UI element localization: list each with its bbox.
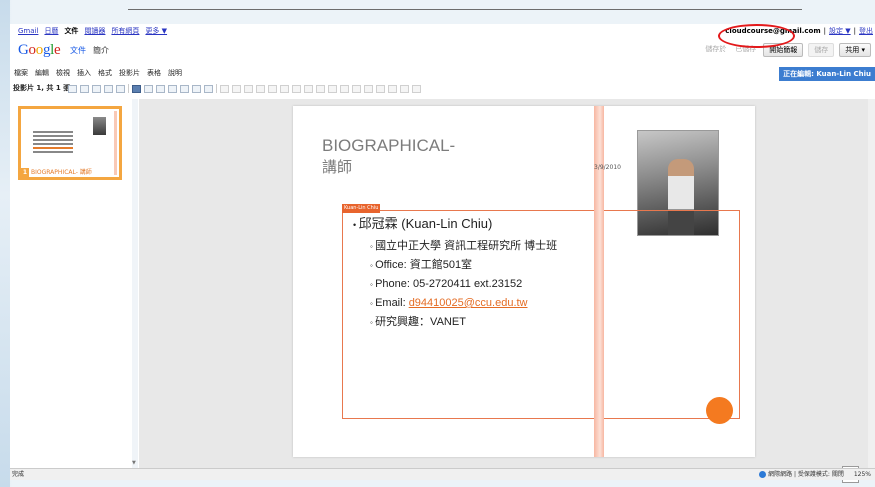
- toolbar-separator: [128, 84, 129, 93]
- slide-side-stripe: [594, 106, 604, 457]
- link-icon[interactable]: [304, 84, 313, 93]
- saved-status: 儲存於: [705, 45, 727, 53]
- email-link[interactable]: d94410025@ccu.edu.tw: [409, 297, 528, 309]
- gbar-link-docs[interactable]: 文件: [64, 24, 78, 38]
- network-status: 網際網路 | 受保護模式: 關閉: [768, 471, 844, 478]
- font-family-icon[interactable]: [220, 84, 229, 93]
- globe-icon: [759, 471, 767, 478]
- align-right-icon[interactable]: [388, 84, 397, 93]
- menu-slide[interactable]: 投影片: [119, 67, 140, 79]
- move-down-icon[interactable]: [116, 84, 125, 93]
- slide-count: 投影片 1, 共 1 張: [13, 84, 71, 92]
- shape-icon[interactable]: [180, 84, 189, 93]
- delete-slide-icon[interactable]: [92, 84, 101, 93]
- line-spacing-icon[interactable]: [400, 84, 409, 93]
- highlight-color-icon[interactable]: [292, 84, 301, 93]
- detail-school: 國立中正大學 資訊工程研究所 博士班: [353, 237, 557, 256]
- menu-file[interactable]: 檔案: [14, 67, 28, 79]
- menu-table[interactable]: 表格: [147, 67, 161, 79]
- save-icon[interactable]: [132, 84, 141, 93]
- text-box-icon[interactable]: [192, 84, 201, 93]
- menu-help[interactable]: 說明: [168, 67, 182, 79]
- google-logo[interactable]: Google: [18, 42, 61, 59]
- slide-thumbnail[interactable]: BIOGRAPHICAL- 講師 1: [18, 106, 122, 180]
- detail-phone: Phone: 05-2720411 ext.23152: [353, 275, 557, 294]
- move-up-icon[interactable]: [104, 84, 113, 93]
- print-icon[interactable]: [144, 84, 153, 93]
- thumbnail-preview: [23, 111, 117, 175]
- share-button[interactable]: 共用 ▾: [839, 43, 871, 57]
- gbar-link-web[interactable]: 所有網頁: [111, 24, 139, 38]
- redo-icon[interactable]: [168, 84, 177, 93]
- image-icon[interactable]: [204, 84, 213, 93]
- product-name[interactable]: 文件: [70, 45, 86, 56]
- status-bar: 完成 網際網路 | 受保護模式: 關閉 125%: [10, 468, 875, 480]
- numbered-list-icon[interactable]: [316, 84, 325, 93]
- undo-icon[interactable]: [156, 84, 165, 93]
- settings-link[interactable]: 設定 ▼: [829, 24, 851, 38]
- gbar-link-calendar[interactable]: 日曆: [44, 24, 58, 38]
- thumbnail-photo: [93, 117, 106, 135]
- font-size-icon[interactable]: [232, 84, 241, 93]
- box-tag: Kuan-Lin Chiu: [342, 204, 381, 213]
- gbar-links: Gmail 日曆 文件 閱讀器 所有網頁 更多 ▼: [18, 24, 167, 38]
- gbar-link-more[interactable]: 更多 ▼: [145, 24, 167, 38]
- toolbar: 投影片 1, 共 1 張: [10, 81, 875, 95]
- menu-view[interactable]: 檢視: [56, 67, 70, 79]
- speaker-name: 邱冠霖 (Kuan-Lin Chiu): [353, 216, 557, 233]
- toolbar-separator: [216, 84, 217, 93]
- gbar-link-reader[interactable]: 閱讀器: [84, 24, 105, 38]
- indent-less-icon[interactable]: [340, 84, 349, 93]
- clear-format-icon[interactable]: [412, 84, 421, 93]
- scroll-down-icon[interactable]: ▼: [132, 460, 136, 466]
- align-center-icon[interactable]: [376, 84, 385, 93]
- slide-title[interactable]: BIOGRAPHICAL-: [322, 136, 455, 155]
- editing-status: 正在編輯: Kuan-Lin Chiu: [779, 67, 875, 81]
- toolbar-buttons: [68, 84, 421, 93]
- slide-subtitle[interactable]: 講師: [322, 156, 352, 177]
- zoom-level[interactable]: 125%: [854, 469, 871, 481]
- bullet-list[interactable]: 邱冠霖 (Kuan-Lin Chiu) 國立中正大學 資訊工程研究所 博士班 O…: [353, 216, 558, 332]
- thumbnail-text-lines: [33, 131, 73, 155]
- document-title[interactable]: 簡介: [93, 45, 109, 56]
- bullet-list-icon[interactable]: [328, 84, 337, 93]
- status-right: 網際網路 | 受保護模式: 關閉 125%: [759, 469, 871, 481]
- detail-office: Office: 資工館501室: [353, 256, 557, 275]
- slide-canvas: BIOGRAPHICAL- 講師 Kuan-Lin Chiu 邱冠霖 (Kuan…: [139, 99, 875, 468]
- header-buttons: 儲存於 已儲存 開始簡報 儲存 共用 ▾: [703, 43, 871, 57]
- highlight-circle: [718, 24, 795, 48]
- slide-thumbnail-panel: BIOGRAPHICAL- 講師 1: [10, 99, 138, 468]
- menu-format[interactable]: 格式: [98, 67, 112, 79]
- text-color-icon[interactable]: [280, 84, 289, 93]
- indent-more-icon[interactable]: [352, 84, 361, 93]
- duplicate-slide-icon[interactable]: [80, 84, 89, 93]
- menu-edit[interactable]: 編輯: [35, 67, 49, 79]
- new-slide-icon[interactable]: [68, 84, 77, 93]
- strip-scrollbar[interactable]: ▼: [132, 99, 138, 468]
- decorative-circle: [706, 397, 733, 424]
- detail-email: Email: d94410025@ccu.edu.tw: [353, 294, 557, 313]
- email-label: Email:: [375, 297, 409, 309]
- browser-window: Gmail 日曆 文件 閱讀器 所有網頁 更多 ▼ cloudcourse@gm…: [10, 24, 875, 483]
- security-zone: 網際網路 | 受保護模式: 關閉: [759, 469, 844, 481]
- status-text: 完成: [12, 471, 25, 478]
- thumbnail-number: 1: [21, 168, 29, 177]
- slide[interactable]: BIOGRAPHICAL- 講師 Kuan-Lin Chiu 邱冠霖 (Kuan…: [293, 106, 755, 457]
- align-left-icon[interactable]: [364, 84, 373, 93]
- bold-icon[interactable]: [244, 84, 253, 93]
- menu-bar: 檔案 編輯 檢視 插入 格式 投影片 表格 說明 正在編輯: Kuan-Lin …: [10, 67, 875, 81]
- slide-date: 3/9/2010: [594, 164, 621, 171]
- save-button[interactable]: 儲存: [808, 43, 835, 57]
- gbar-link-gmail[interactable]: Gmail: [18, 24, 38, 38]
- underline-icon[interactable]: [268, 84, 277, 93]
- divider-line: [128, 9, 802, 10]
- menu-insert[interactable]: 插入: [77, 67, 91, 79]
- thumbnail-label: BIOGRAPHICAL- 講師: [31, 169, 92, 176]
- canvas-scrollbar[interactable]: [868, 99, 875, 468]
- italic-icon[interactable]: [256, 84, 265, 93]
- detail-interest: 研究興趣：VANET: [353, 313, 557, 332]
- signout-link[interactable]: 登出: [859, 24, 873, 38]
